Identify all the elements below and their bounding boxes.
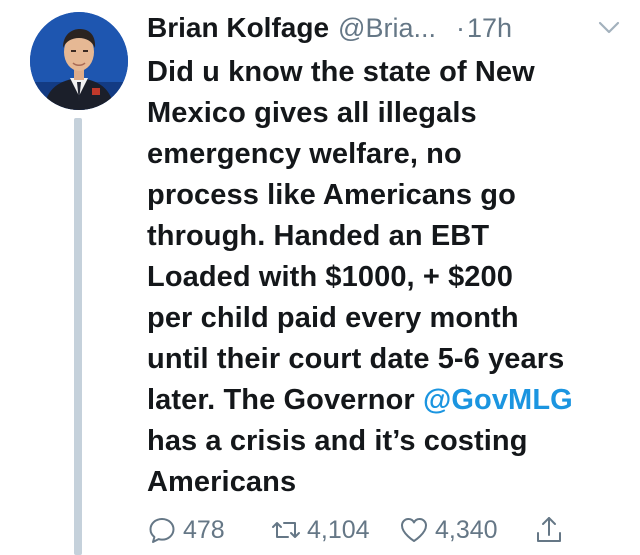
tweet-actions: 478 4,104 4,340 xyxy=(0,510,640,550)
tweet-header: Brian Kolfage @Bria... · 17h xyxy=(147,6,512,50)
tweet-text-line: Americans xyxy=(147,466,297,498)
tweet-text: Did u know the state of New Mexico gives… xyxy=(147,52,627,503)
avatar[interactable] xyxy=(30,12,128,110)
chevron-down-icon[interactable] xyxy=(596,14,622,40)
tweet-text-line: emergency welfare, no xyxy=(147,138,462,170)
tweet-text-line: until their court date 5-6 years xyxy=(147,343,565,375)
separator-dot: · xyxy=(455,12,465,43)
mention-link[interactable]: @GovMLG xyxy=(423,384,573,416)
share-icon xyxy=(537,517,561,542)
retweet-button[interactable]: 4,104 xyxy=(271,510,370,550)
avatar-photo xyxy=(30,12,128,110)
tweet-text-line: has a crisis and it’s costing xyxy=(147,425,528,457)
tweet-text-line: process like Americans go xyxy=(147,179,516,211)
reply-icon xyxy=(149,518,175,543)
tweet-text-line: Did u know the state of New xyxy=(147,56,535,88)
tweet-text-segment: later. The Governor xyxy=(147,384,423,416)
tweet[interactable]: Brian Kolfage @Bria... · 17h Did u know … xyxy=(0,0,640,555)
tweet-text-line: through. Handed an EBT xyxy=(147,220,490,252)
tweet-text-line-with-mention: later. The Governor @GovMLG xyxy=(147,380,627,421)
tweet-text-line: per child paid every month xyxy=(147,302,519,334)
share-button[interactable] xyxy=(534,510,564,550)
author-name[interactable]: Brian Kolfage xyxy=(147,12,329,44)
tweet-text-line: Mexico gives all illegals xyxy=(147,97,477,129)
thread-line xyxy=(74,118,82,555)
tweet-text-line: Loaded with $1000, + $200 xyxy=(147,261,513,293)
heart-icon xyxy=(401,518,427,542)
author-handle[interactable]: @Bria... xyxy=(338,13,436,44)
reply-count: 478 xyxy=(183,515,225,544)
timestamp[interactable]: 17h xyxy=(467,13,512,44)
retweet-count: 4,104 xyxy=(307,515,370,544)
retweet-icon xyxy=(272,522,300,538)
reply-button[interactable]: 478 xyxy=(147,510,225,550)
like-count: 4,340 xyxy=(435,515,498,544)
like-button[interactable]: 4,340 xyxy=(399,510,498,550)
